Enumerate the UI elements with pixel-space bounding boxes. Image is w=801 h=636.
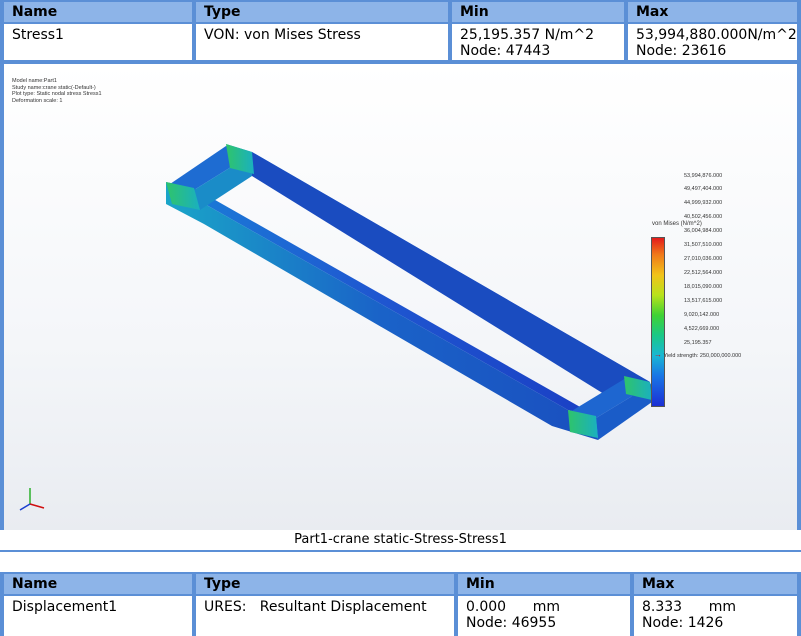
stress-table-row: Stress1 VON: von Mises Stress 25,195.357… [0, 24, 801, 62]
front-beam-top [166, 182, 596, 416]
stress-table-header: Name Type Min Max [0, 0, 801, 22]
header-type: Type [196, 574, 454, 594]
header-max: Max [628, 2, 797, 22]
displacement-max-value: 8.333 mm [642, 599, 737, 615]
header-name: Name [4, 2, 192, 22]
legend-label: 53,994,876.000 [684, 173, 723, 179]
legend-label: 22,512,564.000 [684, 270, 723, 276]
header-type: Type [196, 2, 448, 22]
color-bar [651, 237, 665, 407]
header-max: Max [634, 574, 797, 594]
stress-type: VON: von Mises Stress [196, 24, 448, 60]
legend-label: 9,020,142.000 [684, 312, 720, 318]
displacement-table-row: Displacement1 URES: Resultant Displaceme… [0, 596, 801, 636]
legend-label: 49,497,404.000 [684, 186, 723, 192]
displacement-name: Displacement1 [4, 596, 192, 636]
stress-max-node: Node: 23616 [636, 43, 727, 59]
stress-max-value: 53,994,880.000N/m^2 [636, 27, 797, 43]
displacement-max-node: Node: 1426 [642, 615, 724, 631]
yield-arrow-icon: → [654, 350, 662, 359]
displacement-type: URES: Resultant Displacement [196, 596, 454, 636]
header-min: Min [452, 2, 624, 22]
stress-min-node: Node: 47443 [460, 43, 551, 59]
front-beam-side [166, 182, 598, 440]
displacement-min-value: 0.000 mm [466, 599, 561, 615]
displacement-table: Name Type Min Max Displacement1 URES: Re… [0, 572, 801, 636]
stress-name: Stress1 [4, 24, 192, 60]
stress-table: Name Type Min Max Stress1 VON: von Mises… [0, 0, 801, 64]
crane-model [19, 144, 652, 511]
yield-strength: → Yield strength: 250,000,000.000 [654, 350, 741, 359]
figure-caption: Part1-crane static-Stress-Stress1 [0, 530, 801, 550]
header-min: Min [458, 574, 630, 594]
displacement-table-header: Name Type Min Max [0, 572, 801, 594]
legend-label: 31,507,510.000 [684, 242, 723, 248]
stress-max: 53,994,880.000N/m^2 Node: 23616 [628, 24, 797, 60]
yield-label: Yield strength: 250,000,000.000 [663, 353, 742, 359]
displacement-max: 8.333 mm Node: 1426 [634, 596, 797, 636]
header-name: Name [4, 574, 192, 594]
legend-label: 27,010,036.000 [684, 256, 723, 262]
legend-label: 13,517,615.000 [684, 298, 723, 304]
displacement-min-node: Node: 46955 [466, 615, 557, 631]
axis-triad [19, 488, 45, 511]
legend-label: 44,999,932.000 [684, 200, 723, 206]
stress-plot: Model name:Part1 Study name:crane static… [4, 64, 797, 530]
legend-label: 4,522,669.000 [684, 326, 720, 332]
legend-label: 36,004,984.000 [684, 228, 723, 234]
stress-min-value: 25,195.357 N/m^2 [460, 27, 595, 43]
legend-title: von Mises (N/m^2) [652, 221, 702, 227]
legend-label: 40,502,456.000 [684, 214, 723, 220]
legend-label: 25,195.357 [684, 340, 712, 346]
stress-min: 25,195.357 N/m^2 Node: 47443 [452, 24, 624, 60]
legend-label: 18,015,090.000 [684, 284, 723, 290]
displacement-min: 0.000 mm Node: 46955 [458, 596, 630, 636]
